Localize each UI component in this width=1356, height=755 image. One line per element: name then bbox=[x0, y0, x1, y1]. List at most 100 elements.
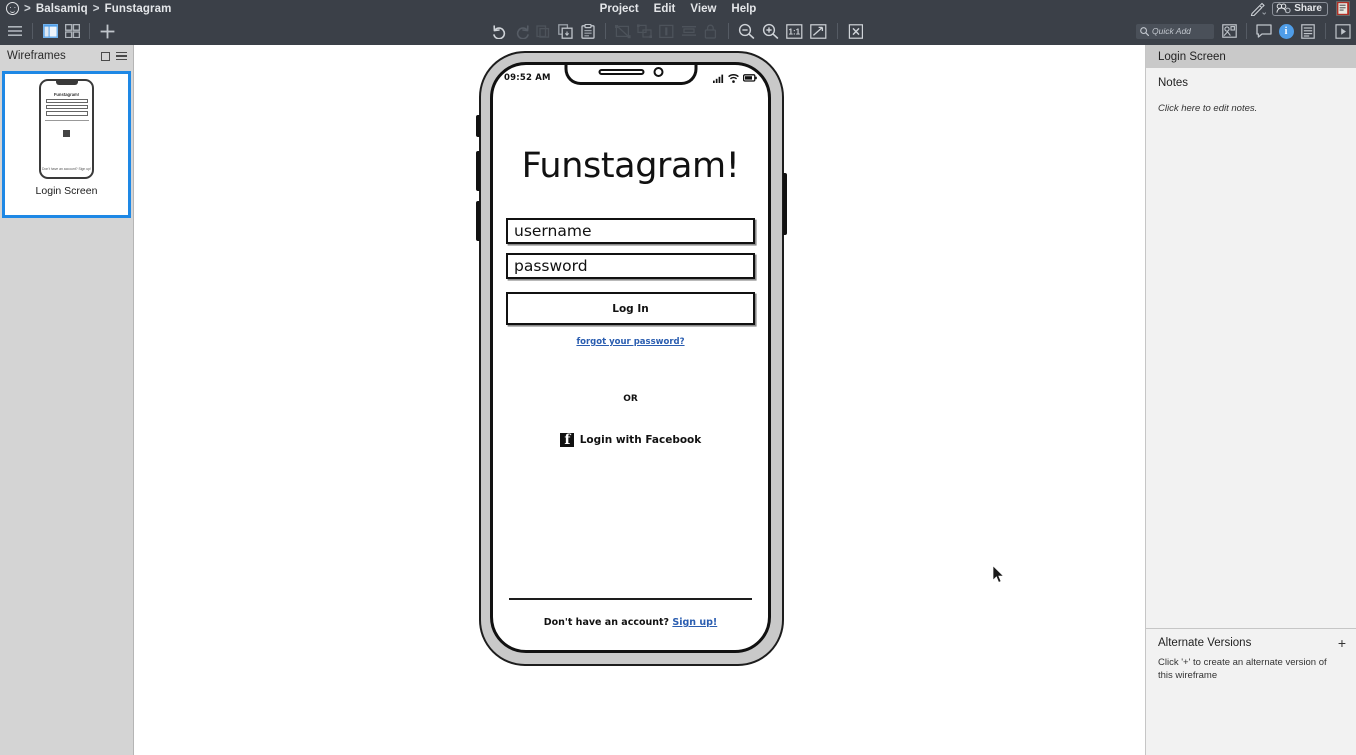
thumbnail-facebook-icon bbox=[63, 129, 70, 137]
balsamiq-app-window: > Balsamiq > Funstagram Project Edit Vie… bbox=[0, 0, 1356, 755]
facebook-login-label: Login with Facebook bbox=[579, 434, 702, 446]
copy-icon[interactable] bbox=[555, 20, 577, 42]
silent-switch bbox=[476, 115, 480, 137]
undo-icon[interactable] bbox=[489, 20, 511, 42]
thumbnail-username-field bbox=[45, 99, 88, 103]
toolbar-right-group: Quick Add i bbox=[1136, 17, 1354, 45]
thumbnail-phone-frame: Funstagram! Don't have an account? Sign … bbox=[39, 79, 94, 179]
notes-panel-icon[interactable] bbox=[1297, 20, 1319, 42]
breadcrumb-separator-1: > bbox=[24, 2, 31, 15]
wireframes-sidebar: Wireframes Funstagram! Don't have an acc… bbox=[0, 45, 134, 755]
sidebar-menu-icon[interactable] bbox=[116, 51, 127, 61]
top-chrome: > Balsamiq > Funstagram Project Edit Vie… bbox=[0, 0, 1356, 45]
username-input[interactable]: username bbox=[506, 218, 755, 244]
project-assets-icon[interactable] bbox=[1218, 20, 1240, 42]
edit-pencil-icon[interactable] bbox=[1248, 1, 1268, 17]
wireframe-canvas[interactable]: 09:52 AM Funstagram! username password L… bbox=[135, 45, 1145, 755]
thumbnail-divider bbox=[44, 120, 89, 121]
bottom-divider bbox=[509, 598, 752, 600]
panel-view-icon[interactable] bbox=[39, 20, 61, 42]
toolbar-divider-3 bbox=[604, 23, 606, 39]
menu-project[interactable]: Project bbox=[600, 3, 639, 15]
toolbar-divider-4 bbox=[727, 23, 729, 39]
toolbar: 1:1 Quick Add i bbox=[0, 17, 1356, 45]
breadcrumb-separator-2: > bbox=[92, 2, 100, 15]
facebook-login-button[interactable]: Login with Facebook bbox=[493, 432, 768, 448]
cellular-signal-icon bbox=[713, 74, 724, 83]
volume-up-button bbox=[476, 151, 480, 191]
sidebar-header-icons bbox=[101, 51, 127, 61]
app-title: Funstagram! bbox=[521, 146, 740, 186]
toolbar-divider-6 bbox=[1246, 23, 1247, 39]
alternate-versions-section: Alternate Versions + Click '+' to create… bbox=[1146, 628, 1356, 683]
menu-edit[interactable]: Edit bbox=[654, 3, 676, 15]
breadcrumb: > Balsamiq > Funstagram bbox=[6, 0, 171, 17]
paste-icon[interactable] bbox=[577, 20, 599, 42]
share-button-label: Share bbox=[1294, 3, 1322, 14]
thumbnail-login-button bbox=[45, 111, 88, 116]
alternate-versions-header: Alternate Versions + bbox=[1146, 629, 1356, 650]
login-button[interactable]: Log In bbox=[506, 292, 755, 325]
forgot-password-link[interactable]: forgot your password? bbox=[493, 337, 768, 347]
volume-down-button bbox=[476, 201, 480, 241]
sidebar-item-login-screen[interactable]: Funstagram! Don't have an account? Sign … bbox=[2, 71, 131, 218]
alternate-versions-hint: Click '+' to create an alternate version… bbox=[1158, 657, 1327, 681]
presentation-play-icon[interactable] bbox=[1332, 20, 1354, 42]
smiley-face-icon[interactable] bbox=[6, 2, 19, 15]
menu-bar: > Balsamiq > Funstagram Project Edit Vie… bbox=[0, 0, 1356, 17]
hamburger-menu-icon[interactable] bbox=[4, 20, 26, 42]
power-button bbox=[783, 173, 787, 235]
breadcrumb-item-project[interactable]: Balsamiq bbox=[36, 3, 88, 15]
status-bar-time: 09:52 AM bbox=[504, 73, 551, 83]
share-button[interactable]: Share bbox=[1272, 1, 1328, 16]
login-screen-content: Funstagram! username password Log In for… bbox=[493, 91, 768, 650]
battery-icon bbox=[743, 74, 757, 82]
sidebar-title: Wireframes bbox=[7, 50, 66, 62]
sidebar-item-label: Login Screen bbox=[35, 185, 98, 197]
group-icon bbox=[612, 20, 634, 42]
clear-selection-icon[interactable] bbox=[844, 20, 868, 42]
zoom-in-icon[interactable] bbox=[759, 20, 783, 42]
notes-editor[interactable]: Click here to edit notes. bbox=[1146, 89, 1356, 114]
add-wireframe-icon[interactable] bbox=[96, 20, 118, 42]
lock-icon bbox=[700, 20, 722, 42]
signup-link[interactable]: Sign up! bbox=[672, 617, 717, 628]
comments-icon[interactable] bbox=[1253, 20, 1275, 42]
zoom-out-icon[interactable] bbox=[735, 20, 759, 42]
redo-icon bbox=[511, 20, 533, 42]
info-panel-glyph: i bbox=[1278, 23, 1294, 39]
toolbar-divider-7 bbox=[1325, 23, 1326, 39]
thumbnail-signup-text: Don't have an account? Sign up! bbox=[42, 167, 91, 171]
menu-help[interactable]: Help bbox=[731, 3, 756, 15]
thumbnail-size-icon[interactable] bbox=[101, 51, 110, 61]
search-icon bbox=[1140, 26, 1149, 36]
main-menu: Project Edit View Help bbox=[0, 0, 1356, 17]
menu-bar-right-cluster: Share bbox=[1248, 0, 1354, 17]
inspector-wireframe-title: Login Screen bbox=[1146, 45, 1356, 68]
add-alternate-version-button[interactable]: + bbox=[1338, 636, 1346, 650]
notes-header: Notes bbox=[1158, 77, 1189, 89]
wifi-icon bbox=[728, 73, 739, 83]
svg-text:1:1: 1:1 bbox=[789, 27, 801, 36]
toolbar-divider-1 bbox=[32, 23, 33, 39]
thumbnail-password-field bbox=[45, 105, 88, 109]
bring-to-front-icon bbox=[656, 20, 678, 42]
quick-add-input[interactable]: Quick Add bbox=[1136, 23, 1214, 39]
zoom-fit-icon[interactable] bbox=[807, 20, 831, 42]
thumbnail-app-title: Funstagram! bbox=[53, 92, 80, 97]
mouse-pointer-icon bbox=[992, 564, 1005, 589]
breadcrumb-item-file[interactable]: Funstagram bbox=[105, 3, 172, 15]
zoom-actual-size-icon[interactable]: 1:1 bbox=[783, 20, 807, 42]
info-panel-icon[interactable]: i bbox=[1275, 20, 1297, 42]
facebook-f-icon bbox=[559, 432, 574, 448]
alternate-versions-title: Alternate Versions bbox=[1158, 637, 1252, 649]
sidebar-thumbnail: Funstagram! Don't have an account? Sign … bbox=[5, 74, 128, 215]
toolbar-left-group bbox=[4, 17, 118, 45]
password-input[interactable]: password bbox=[506, 253, 755, 279]
phone-mockup[interactable]: 09:52 AM Funstagram! username password L… bbox=[476, 51, 787, 666]
menu-view[interactable]: View bbox=[690, 3, 716, 15]
status-bar: 09:52 AM bbox=[493, 65, 768, 91]
phone-screen-frame: 09:52 AM Funstagram! username password L… bbox=[490, 62, 771, 653]
toolbar-divider-2 bbox=[89, 23, 90, 39]
grid-view-icon[interactable] bbox=[61, 20, 83, 42]
